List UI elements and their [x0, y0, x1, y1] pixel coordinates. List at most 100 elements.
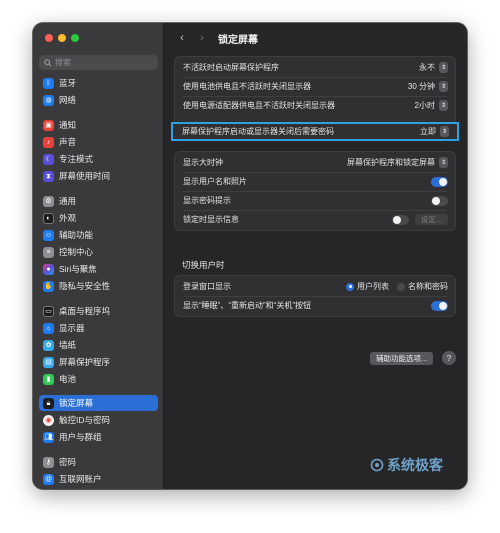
wallpaper-flower-icon: ✿: [43, 339, 54, 351]
sidebar-item-label: 屏幕保护程序: [59, 357, 111, 367]
chevron-up-down-icon: ⇕: [440, 126, 449, 137]
sidebar-item-general[interactable]: ⚙ 通用: [39, 193, 158, 209]
sidebar-search[interactable]: [39, 55, 158, 70]
sidebar-item-notifications[interactable]: ▣ 通知: [39, 117, 158, 133]
toolbar: ‹ › 锁定屏幕: [164, 23, 467, 53]
popup-value: 屏幕保护程序和锁定屏幕: [347, 158, 435, 167]
search-input[interactable]: [55, 58, 150, 67]
chevron-up-down-icon: ⇕: [439, 157, 448, 168]
sidebar-item-label: 网络: [59, 95, 77, 105]
sidebar-item-accessibility[interactable]: ☺ 辅助功能: [39, 227, 158, 243]
sidebar-item-touch-id[interactable]: ◉ 触控ID与密码: [39, 412, 158, 428]
require-password-row: 屏幕保护程序启动或显示器关闭后需要密码 立即 ⇕: [173, 122, 457, 141]
lock-message-set-button[interactable]: 设定...: [414, 214, 448, 225]
sidebar-item-label: 蓝牙: [59, 78, 77, 88]
desktop-dock-icon: ▭: [43, 305, 54, 317]
close-window-button[interactable]: [45, 34, 53, 42]
bluetooth-icon: ᛒ: [43, 77, 54, 89]
sidebar-item-internet-accounts[interactable]: @ 互联网账户: [39, 471, 158, 487]
large-clock-popup[interactable]: 屏幕保护程序和锁定屏幕 ⇕: [347, 153, 448, 172]
sidebar-item-label: 用户与群组: [59, 432, 102, 442]
screensaver-start-row: 不活跃时启动屏幕保护程序 永不 ⇕: [175, 58, 455, 77]
sound-speaker-icon: ♪: [43, 136, 54, 148]
require-password-popup[interactable]: 立即 ⇕: [420, 122, 449, 141]
require-password-row-highlight: 屏幕保护程序启动或显示器关闭后需要密码 立即 ⇕: [171, 122, 459, 141]
sidebar-item-focus[interactable]: ☾ 专注模式: [39, 151, 158, 167]
chevron-up-down-icon: ⇕: [439, 100, 448, 111]
sidebar-item-users-groups[interactable]: 👥︎ 用户与群组: [39, 429, 158, 445]
minimize-window-button[interactable]: [58, 34, 66, 42]
sidebar-item-label: 声音: [59, 137, 77, 147]
screensaver-icon: ▤: [43, 356, 54, 368]
network-globe-icon: ◍: [43, 94, 54, 106]
sidebar-item-battery[interactable]: ▮ 电池: [39, 371, 158, 387]
radio-unselected-icon: [397, 282, 405, 291]
chevron-up-down-icon: ⇕: [439, 81, 448, 92]
search-icon: [44, 58, 52, 67]
setting-label: 使用电源适配器供电且不活跃时关闭显示器: [183, 101, 335, 110]
sidebar-item-control-center[interactable]: ≡ 控制中心: [39, 244, 158, 260]
battery-display-off-popup[interactable]: 30 分钟 ⇕: [408, 77, 448, 96]
sidebar-item-passwords[interactable]: ⚷ 密码: [39, 454, 158, 470]
forward-chevron-icon[interactable]: ›: [194, 32, 210, 44]
zoom-window-button[interactable]: [71, 34, 79, 42]
sidebar-item-appearance[interactable]: ◐ 外观: [39, 210, 158, 226]
siri-icon: ●: [43, 263, 54, 275]
window-controls: [45, 34, 79, 42]
sidebar-item-lock-screen[interactable]: 🔒︎ 锁定屏幕: [39, 395, 158, 411]
password-hint-row: 显示密码提示: [175, 191, 455, 210]
appearance-icon: ◐: [43, 212, 54, 224]
sidebar-item-label: 通知: [59, 120, 77, 130]
sidebar-item-label: 控制中心: [59, 247, 94, 257]
users-groups-icon: 👥︎: [43, 431, 54, 443]
show-user-toggle[interactable]: [431, 176, 448, 187]
sidebar-item-screensaver[interactable]: ▤ 屏幕保护程序: [39, 354, 158, 370]
adapter-display-off-popup[interactable]: 2小时 ⇕: [415, 96, 448, 115]
help-button[interactable]: ?: [442, 351, 456, 365]
setting-label: 登录窗口显示: [183, 282, 231, 291]
system-settings-window: ᛒ 蓝牙 ◍ 网络 ▣ 通知 ♪ 声音 ☾ 专注模式 ⧗ 屏幕使用时间: [33, 23, 467, 489]
radio-selected-icon: [346, 282, 354, 291]
sidebar-item-network[interactable]: ◍ 网络: [39, 92, 158, 108]
sidebar-item-bluetooth[interactable]: ᛒ 蓝牙: [39, 75, 158, 91]
accessibility-options-button[interactable]: 辅助功能选项...: [370, 352, 434, 365]
general-gear-icon: ⚙: [43, 195, 54, 207]
show-power-buttons-row: 显示“睡眠”、“重新启动”和“关机”按钮: [175, 296, 455, 315]
radio-user-list[interactable]: 用户列表: [346, 281, 389, 292]
sidebar-item-label: 隐私与安全性: [59, 281, 111, 291]
show-power-buttons-toggle[interactable]: [431, 300, 448, 311]
radio-name-password[interactable]: 名称和密码: [397, 281, 448, 292]
screensaver-start-popup[interactable]: 永不 ⇕: [419, 58, 448, 77]
sidebar-item-wallpaper[interactable]: ✿ 墙纸: [39, 337, 158, 353]
setting-label: 显示用户名和照片: [183, 177, 247, 186]
show-user-row: 显示用户名和照片: [175, 172, 455, 191]
sidebar-item-displays[interactable]: ☼ 显示器: [39, 320, 158, 336]
sidebar-item-privacy[interactable]: ✋ 隐私与安全性: [39, 278, 158, 294]
displays-sun-icon: ☼: [43, 322, 54, 334]
setting-label: 屏幕保护程序启动或显示器关闭后需要密码: [182, 127, 334, 136]
setting-label: 不活跃时启动屏幕保护程序: [183, 63, 279, 72]
sidebar-item-label: 显示器: [59, 323, 85, 333]
sidebar-item-label: 电池: [59, 374, 77, 384]
popup-value: 永不: [419, 63, 435, 72]
setting-label: 显示“睡眠”、“重新启动”和“关机”按钮: [183, 301, 311, 310]
chevron-up-down-icon: ⇕: [439, 62, 448, 73]
setting-label: 显示大时钟: [183, 158, 223, 167]
sidebar-item-siri[interactable]: ● Siri与聚焦: [39, 261, 158, 277]
lock-message-row: 锁定时显示信息 设定...: [175, 210, 455, 229]
accessibility-icon: ☺: [43, 229, 54, 241]
popup-value: 2小时: [414, 101, 435, 110]
password-hint-toggle[interactable]: [431, 195, 448, 206]
adapter-display-off-row: 使用电源适配器供电且不活跃时关闭显示器 2小时 ⇕: [175, 96, 455, 115]
login-window-row: 登录窗口显示 用户列表 名称和密码: [175, 277, 455, 296]
sidebar-item-sound[interactable]: ♪ 声音: [39, 134, 158, 150]
sidebar-item-label: Siri与聚焦: [59, 264, 97, 274]
sidebar-item-screen-time[interactable]: ⧗ 屏幕使用时间: [39, 168, 158, 184]
sidebar-item-desktop-dock[interactable]: ▭ 桌面与程序坞: [39, 303, 158, 319]
sidebar-item-label: 锁定屏幕: [59, 398, 94, 408]
internet-accounts-at-icon: @: [43, 473, 54, 485]
sidebar-item-label: 墙纸: [59, 340, 77, 350]
lock-message-toggle[interactable]: [391, 214, 409, 225]
sidebar-item-label: 桌面与程序坞: [59, 306, 111, 316]
back-chevron-icon[interactable]: ‹: [174, 32, 190, 44]
